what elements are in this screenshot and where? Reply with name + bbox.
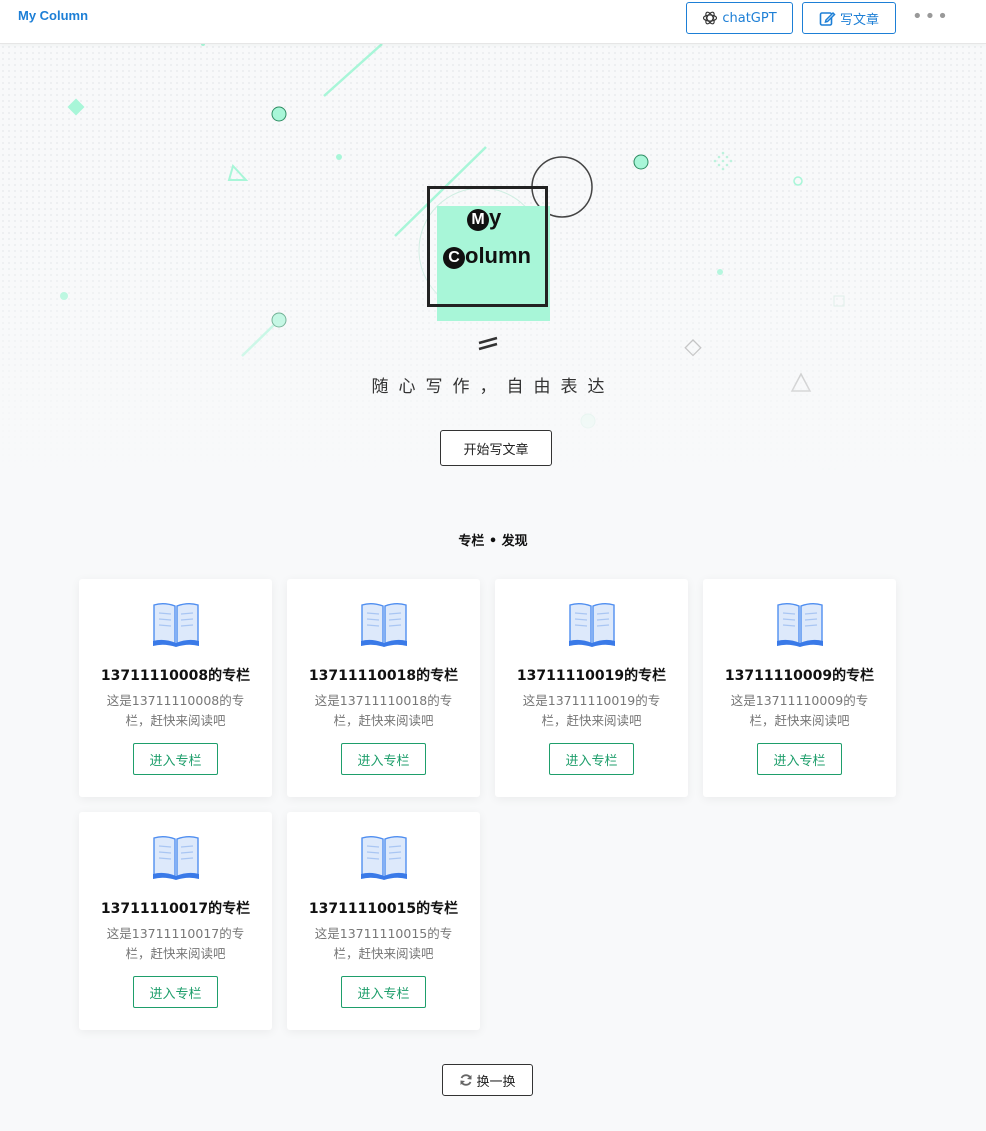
section-title: 专栏 • 发现 [458,534,528,549]
column-description: 这是13711110017的专栏，赶快来阅读吧 [106,926,245,961]
book-icon [360,601,408,651]
refresh-label: 换一换 [476,1074,516,1090]
brand-logo-line1: y [489,205,502,230]
enter-column-button[interactable]: 进入专栏 [549,743,634,775]
column-title: 13711110018的专栏 [308,668,459,684]
start-writing-button[interactable]: 开始写文章 [440,430,552,466]
column-title: 13711110008的专栏 [100,668,251,684]
book-icon [568,601,616,651]
hero-slogan: 随心写作，自由表达 [371,377,615,397]
column-card: 13711110019的专栏这是13711110019的专栏，赶快来阅读吧 进入专… [495,579,688,797]
column-title: 13711110009的专栏 [724,668,875,684]
brand-logo-line2: olumn [465,243,531,268]
equals-divider-icon [478,336,498,351]
write-article-label: 写文章 [839,12,879,28]
column-title: 13711110015的专栏 [308,901,459,917]
column-description: 这是13711110015的专栏，赶快来阅读吧 [314,926,453,961]
site-logo[interactable]: My Column [18,8,88,23]
edit-icon [819,11,836,26]
book-icon [360,834,408,884]
column-card: 13711110015的专栏这是13711110015的专栏，赶快来阅读吧 进入专… [287,812,480,1030]
openai-icon [703,11,718,25]
brand-logo-cap-m: M [467,209,489,231]
enter-column-button[interactable]: 进入专栏 [757,743,842,775]
column-card: 13711110008的专栏这是13711110008的专栏，赶快来阅读吧 进入专… [79,579,272,797]
more-menu-icon[interactable]: ••• [912,6,950,27]
column-description: 这是13711110009的专栏，赶快来阅读吧 [730,693,869,728]
column-description: 这是13711110018的专栏，赶快来阅读吧 [314,693,453,728]
column-title: 13711110017的专栏 [100,901,251,917]
refresh-icon [460,1074,472,1086]
column-card: 13711110018的专栏这是13711110018的专栏，赶快来阅读吧 进入专… [287,579,480,797]
column-card: 13711110009的专栏这是13711110009的专栏，赶快来阅读吧 进入专… [703,579,896,797]
book-icon [776,601,824,651]
brand-logo-text: My Column [437,199,547,275]
hero-banner: My Column 随心写作，自由表达 开始写文章 [0,44,986,514]
top-bar: My Column chatGPT 写文章 ••• [0,0,986,44]
write-article-button[interactable]: 写文章 [802,2,896,34]
brand-logo-cap-c: C [443,247,465,269]
enter-column-button[interactable]: 进入专栏 [341,743,426,775]
column-description: 这是13711110008的专栏，赶快来阅读吧 [106,693,245,728]
column-title: 13711110019的专栏 [516,668,667,684]
enter-column-button[interactable]: 进入专栏 [133,743,218,775]
chatgpt-button[interactable]: chatGPT [686,2,793,34]
chatgpt-label: chatGPT [722,10,777,26]
refresh-button[interactable]: 换一换 [442,1064,533,1096]
enter-column-button[interactable]: 进入专栏 [341,976,426,1008]
book-icon [152,834,200,884]
column-card: 13711110017的专栏这是13711110017的专栏，赶快来阅读吧 进入专… [79,812,272,1030]
book-icon [152,601,200,651]
enter-column-button[interactable]: 进入专栏 [133,976,218,1008]
column-description: 这是13711110019的专栏，赶快来阅读吧 [522,693,661,728]
